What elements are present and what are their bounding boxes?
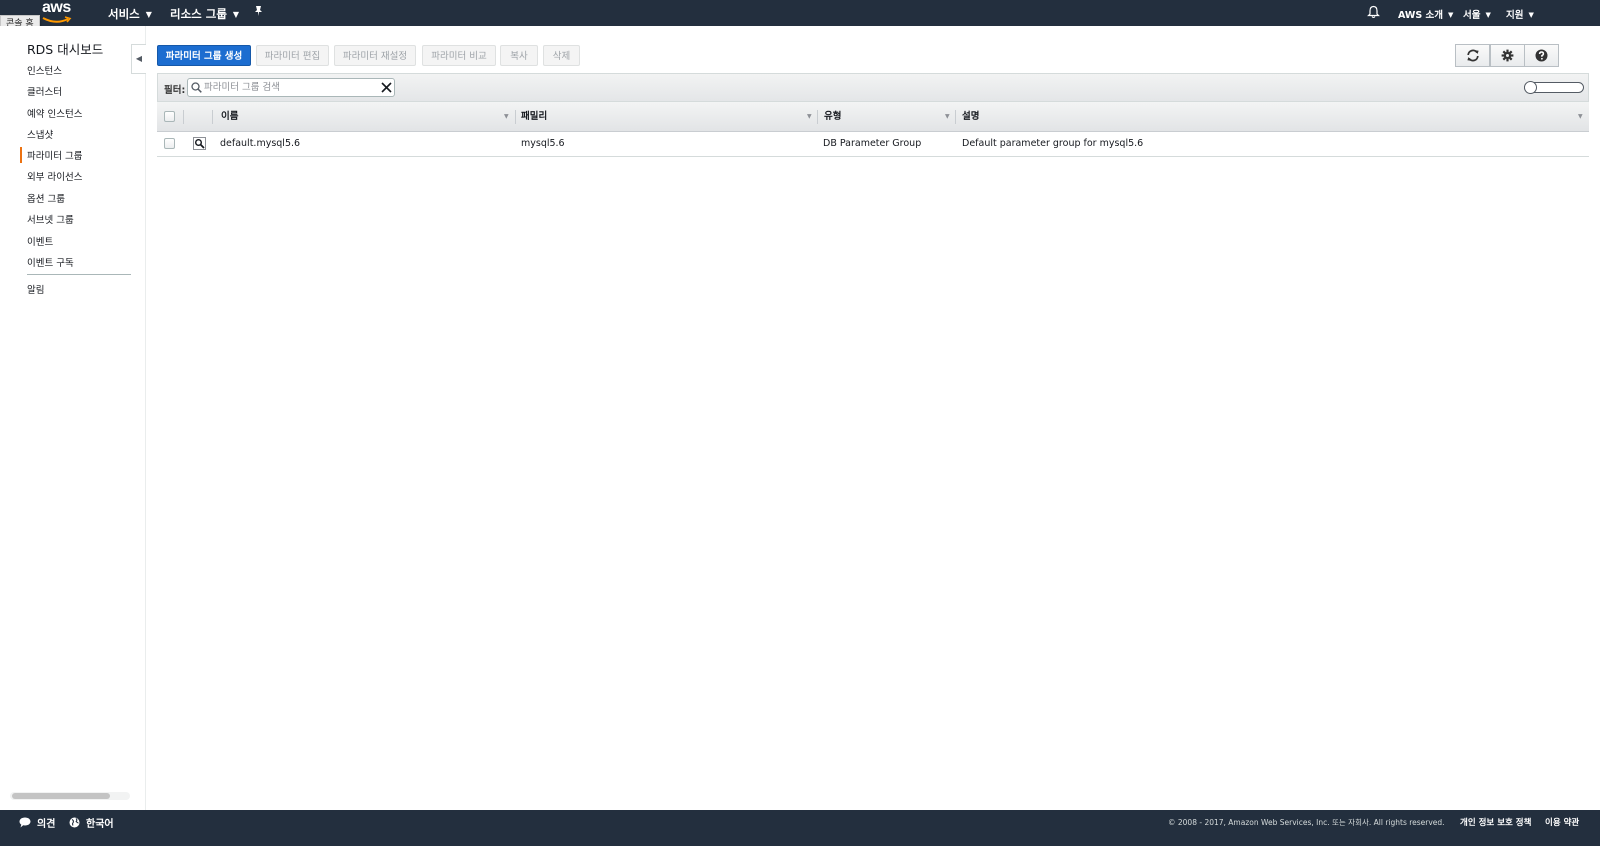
sidebar: RDS 대시보드 인스턴스 클러스터 예약 인스턴스 스냅샷 파라미터 그룹 외… xyxy=(0,26,146,810)
scrollbar-thumb[interactable] xyxy=(12,793,110,799)
services-label: 서비스 xyxy=(108,7,140,21)
view-details-icon[interactable] xyxy=(193,137,206,150)
copyright-text: © 2008 - 2017, Amazon Web Services, Inc.… xyxy=(1168,818,1445,827)
table-header: 이름 ▼ 패밀리 ▼ 유형 ▼ 설명 ▼ xyxy=(157,102,1589,132)
search-box[interactable] xyxy=(187,78,395,97)
feedback-link[interactable]: 의견 xyxy=(19,815,55,830)
column-header-name[interactable]: 이름 xyxy=(221,102,238,132)
column-separator xyxy=(955,110,956,124)
sidebar-title[interactable]: RDS 대시보드 xyxy=(27,39,103,58)
about-aws-menu[interactable]: AWS 소개 ▼ xyxy=(1398,7,1453,21)
language-label: 한국어 xyxy=(86,819,114,830)
reset-parameters-button[interactable]: 파라미터 재설정 xyxy=(334,45,416,66)
column-header-type[interactable]: 유형 xyxy=(824,102,841,132)
edit-parameters-button[interactable]: 파라미터 편집 xyxy=(256,45,329,66)
copy-button[interactable]: 복사 xyxy=(500,45,538,66)
support-menu[interactable]: 지원 ▼ xyxy=(1506,7,1534,21)
chevron-down-icon: ▼ xyxy=(232,10,240,19)
feedback-label: 의견 xyxy=(37,819,56,830)
refresh-button[interactable] xyxy=(1455,44,1490,67)
table-row[interactable]: default.mysql5.6 mysql5.6 DB Parameter G… xyxy=(157,132,1589,157)
sidebar-item-subnet-groups[interactable]: 서브넷 그룹 xyxy=(27,212,74,226)
create-parameter-group-button[interactable]: 파라미터 그룹 생성 xyxy=(157,45,251,66)
chevron-down-icon: ▼ xyxy=(1528,11,1534,19)
collapse-sidebar-button[interactable]: ◀ xyxy=(131,44,146,74)
sidebar-divider xyxy=(27,274,131,275)
globe-icon xyxy=(69,817,80,828)
services-menu[interactable]: 서비스 ▼ xyxy=(108,6,152,22)
row-family: mysql5.6 xyxy=(521,138,565,149)
select-all-checkbox[interactable] xyxy=(164,111,175,122)
refresh-icon xyxy=(1466,49,1479,62)
sidebar-item-reserved-instances[interactable]: 예약 인스턴스 xyxy=(27,106,82,120)
help-icon xyxy=(1535,49,1548,62)
resource-groups-menu[interactable]: 리소스 그룹 ▼ xyxy=(170,6,239,22)
column-separator xyxy=(183,110,184,124)
top-navigation: aws 서비스 ▼ 리소스 그룹 ▼ AWS 소개 ▼ 서울 ▼ 지원 ▼ xyxy=(0,0,1600,26)
row-description: Default parameter group for mysql5.6 xyxy=(962,138,1144,149)
sort-caret-icon[interactable]: ▼ xyxy=(945,102,950,132)
aws-logo[interactable]: aws xyxy=(42,0,76,25)
filter-label: 필터: xyxy=(164,85,186,96)
speech-bubble-icon xyxy=(19,817,31,828)
aws-smile-icon xyxy=(42,16,72,23)
gear-icon xyxy=(1501,49,1514,62)
sidebar-item-instances[interactable]: 인스턴스 xyxy=(27,63,62,77)
sidebar-scrollbar[interactable] xyxy=(10,792,130,800)
delete-button[interactable]: 삭제 xyxy=(543,45,580,66)
sidebar-item-snapshots[interactable]: 스냅샷 xyxy=(27,127,53,141)
region-menu[interactable]: 서울 ▼ xyxy=(1463,7,1491,21)
sidebar-item-option-groups[interactable]: 옵션 그룹 xyxy=(27,191,65,205)
column-separator xyxy=(212,110,213,124)
chevron-left-icon: ◀ xyxy=(135,54,143,63)
column-separator xyxy=(515,110,516,124)
resource-groups-label: 리소스 그룹 xyxy=(170,7,227,21)
sidebar-item-external-licenses[interactable]: 외부 라이선스 xyxy=(27,169,82,183)
sidebar-item-clusters[interactable]: 클러스터 xyxy=(27,84,62,98)
chevron-down-icon: ▼ xyxy=(1448,11,1454,19)
table-density-slider[interactable] xyxy=(1524,81,1584,94)
active-indicator xyxy=(20,147,22,163)
support-label: 지원 xyxy=(1506,10,1524,21)
sidebar-item-event-subscriptions[interactable]: 이벤트 구독 xyxy=(27,255,74,269)
language-selector[interactable]: 한국어 xyxy=(69,815,114,830)
search-icon xyxy=(191,82,202,93)
chevron-down-icon: ▼ xyxy=(145,10,152,19)
chevron-down-icon: ▼ xyxy=(1485,11,1491,19)
search-input[interactable] xyxy=(204,80,374,95)
sort-caret-icon[interactable]: ▼ xyxy=(807,102,812,132)
aws-logo-text: aws xyxy=(42,0,71,16)
row-checkbox[interactable] xyxy=(164,138,175,149)
compare-parameters-button[interactable]: 파라미터 비교 xyxy=(422,45,496,66)
footer: 의견 한국어 © 2008 - 2017, Amazon Web Service… xyxy=(0,810,1600,846)
terms-of-use-link[interactable]: 이용 약관 xyxy=(1545,816,1579,828)
clear-search-icon[interactable] xyxy=(381,82,392,93)
sidebar-item-events[interactable]: 이벤트 xyxy=(27,234,53,248)
column-header-family[interactable]: 패밀리 xyxy=(521,102,547,132)
settings-button[interactable] xyxy=(1490,44,1525,67)
column-header-description[interactable]: 설명 xyxy=(962,102,979,132)
column-separator xyxy=(817,110,818,124)
about-aws-label: AWS 소개 xyxy=(1398,10,1444,21)
filter-bar: 필터: xyxy=(157,73,1589,102)
bell-icon[interactable] xyxy=(1367,5,1380,22)
pin-icon[interactable] xyxy=(253,5,264,20)
help-button[interactable] xyxy=(1524,44,1559,67)
slider-knob[interactable] xyxy=(1524,81,1537,94)
sidebar-item-parameter-groups[interactable]: 파라미터 그룹 xyxy=(27,148,82,162)
row-name: default.mysql5.6 xyxy=(220,138,301,149)
sidebar-item-notifications[interactable]: 알림 xyxy=(27,282,44,296)
sort-caret-icon[interactable]: ▼ xyxy=(504,102,509,132)
region-label: 서울 xyxy=(1463,10,1481,21)
sort-caret-icon[interactable]: ▼ xyxy=(1578,102,1583,132)
privacy-policy-link[interactable]: 개인 정보 보호 정책 xyxy=(1460,816,1531,828)
row-type: DB Parameter Group xyxy=(823,138,922,149)
